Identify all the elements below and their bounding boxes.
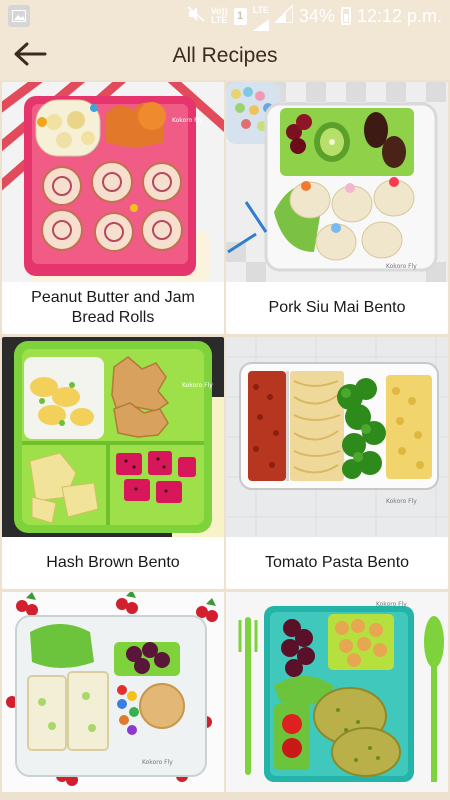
recipe-photo-bread-rolls: Kokoro Fly (2, 82, 224, 282)
status-icons: Vo)) LTE 1 LTE 34% 12:12 p.m. (187, 2, 442, 31)
battery-percent: 34% (298, 5, 335, 26)
status-bar: Vo)) LTE 1 LTE 34% 12:12 p.m. (0, 0, 450, 32)
sim-icon: 1 (233, 7, 247, 25)
recipe-card[interactable]: Kokoro Fly (2, 592, 224, 792)
recipe-card[interactable]: Kokoro Fly (226, 592, 448, 792)
recipe-photo-sandwich-bento: Kokoro Fly (2, 592, 224, 792)
watermark: Kokoro Fly (182, 382, 213, 389)
lte-label: LTE (252, 4, 269, 15)
arrow-left-icon (13, 42, 47, 71)
recipe-title: Pork Siu Mai Bento (268, 299, 406, 316)
watermark: Kokoro Fly (172, 117, 203, 124)
recipe-card[interactable]: Kokoro Fly Tomato Pasta Bento (226, 337, 448, 589)
watermark: Kokoro Fly (386, 498, 417, 505)
recipe-title: Peanut Butter and Jam Bread Rolls (31, 289, 195, 326)
app-bar: All Recipes (0, 32, 450, 80)
clock: 12:12 p.m. (356, 5, 442, 26)
recipe-grid: Kokoro Fly Peanut Butter and Jam Bread R… (0, 80, 450, 800)
recipe-card[interactable]: Kokoro Fly Hash Brown Bento (2, 337, 224, 589)
recipe-card[interactable]: Kokoro Fly Peanut Butter and Jam Bread R… (2, 82, 224, 334)
page-title: All Recipes (172, 44, 278, 67)
signal-icon-1 (252, 15, 269, 31)
mute-icon (187, 5, 205, 27)
back-button[interactable] (0, 32, 60, 80)
notification-photo-icon (8, 5, 30, 27)
signal-icon-2 (273, 2, 294, 28)
watermark: Kokoro Fly (142, 759, 173, 766)
recipe-photo-siu-mai: Kokoro Fly (226, 82, 448, 282)
watermark: Kokoro Fly (376, 601, 407, 608)
recipe-title: Tomato Pasta Bento (264, 554, 410, 571)
recipe-photo-patty-bento: Kokoro Fly (226, 592, 448, 792)
recipe-title: Hash Brown Bento (46, 554, 180, 571)
recipe-card[interactable]: Kokoro Fly Pork Siu Mai Bento (226, 82, 448, 334)
recipe-photo-tomato-pasta: Kokoro Fly (226, 337, 448, 537)
battery-charging-icon (340, 7, 351, 25)
recipe-photo-hash-brown: Kokoro Fly (2, 337, 224, 537)
watermark: Kokoro Fly (386, 263, 417, 270)
volte-label: Vo)) LTE (210, 6, 228, 25)
